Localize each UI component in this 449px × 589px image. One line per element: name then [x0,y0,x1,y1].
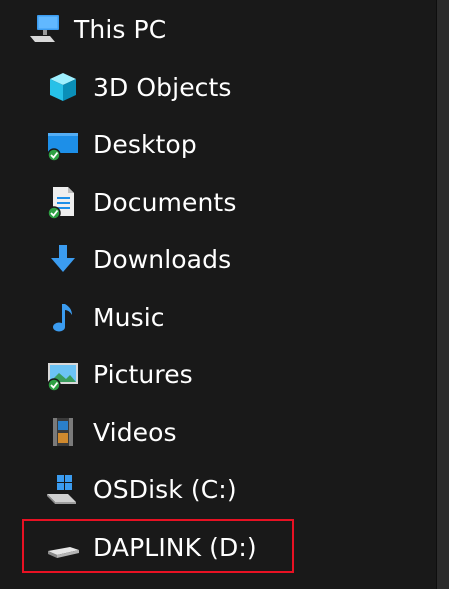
nav-item-label: Documents [93,187,237,217]
nav-item-documents[interactable]: Documents [46,182,236,222]
windows-drive-icon [46,472,80,506]
nav-item-label: Downloads [93,244,232,274]
nav-item-daplink-d[interactable]: DAPLINK (D:) [46,527,257,567]
music-icon [46,300,80,334]
documents-icon [46,185,80,219]
vertical-scrollbar[interactable] [436,0,449,589]
navigation-pane: This PC 3D Objects Desktop Documents Dow… [0,0,436,589]
nav-item-videos[interactable]: Videos [46,412,177,452]
removable-drive-icon [46,530,80,564]
nav-item-pictures[interactable]: Pictures [46,354,193,394]
pictures-icon [46,357,80,391]
desktop-icon [46,127,80,161]
nav-item-label: Pictures [93,359,193,389]
nav-item-label: OSDisk (C:) [93,474,237,504]
videos-icon [46,415,80,449]
downloads-icon [46,242,80,276]
nav-item-label: 3D Objects [93,72,232,102]
nav-item-label: Videos [93,417,177,447]
3d-objects-icon [46,70,80,104]
nav-item-label: Music [93,302,165,332]
nav-item-3d-objects[interactable]: 3D Objects [46,67,232,107]
nav-item-osdisk-c[interactable]: OSDisk (C:) [46,469,237,509]
nav-item-label: Desktop [93,129,197,159]
nav-item-desktop[interactable]: Desktop [46,124,197,164]
nav-item-label: DAPLINK (D:) [93,532,257,562]
this-pc-icon [28,12,62,46]
nav-item-label: This PC [74,14,167,44]
nav-item-music[interactable]: Music [46,297,165,337]
nav-item-this-pc[interactable]: This PC [28,9,166,49]
nav-item-downloads[interactable]: Downloads [46,239,231,279]
